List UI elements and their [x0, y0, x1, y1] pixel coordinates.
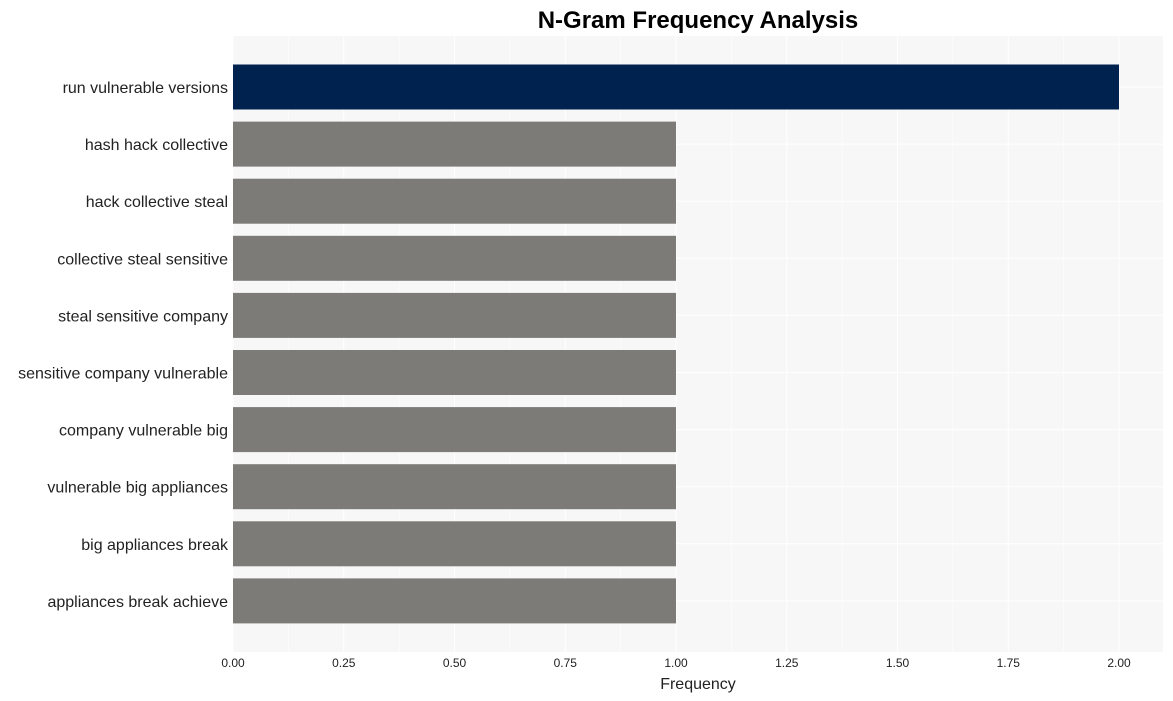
y-tick-label: big appliances break: [81, 537, 229, 554]
x-tick-label: 1.25: [775, 656, 799, 670]
y-tick-label: company vulnerable big: [59, 423, 228, 440]
y-tick-label: collective steal sensitive: [57, 251, 228, 268]
bar: [233, 292, 676, 338]
y-tick-label: steal sensitive company: [58, 308, 228, 325]
x-tick-label: 1.00: [664, 656, 688, 670]
y-tick-label: sensitive company vulnerable: [18, 366, 228, 383]
bar: [233, 178, 676, 224]
x-tick-labels: 0.00 0.25 0.50 0.75 1.00 1.25 1.50 1.75 2.00: [221, 656, 1131, 670]
y-tick-label: vulnerable big appliances: [47, 480, 228, 497]
bar: [233, 464, 676, 510]
bar: [233, 235, 676, 281]
ngram-bar-chart: N-Gram Frequency Analysis run vulnerable…: [18, 7, 1163, 693]
y-tick-label: appliances break achieve: [47, 594, 228, 611]
bar: [233, 578, 676, 624]
x-tick-label: 0.75: [554, 656, 578, 670]
y-tick-label: hash hack collective: [85, 137, 228, 154]
x-tick-label: 1.50: [886, 656, 910, 670]
x-axis-label: Frequency: [660, 676, 736, 693]
bar: [233, 121, 676, 167]
y-tick-label: hack collective steal: [86, 194, 228, 211]
x-tick-label: 1.75: [997, 656, 1021, 670]
y-tick-label: run vulnerable versions: [63, 80, 228, 97]
bar: [233, 407, 676, 453]
chart-title: N-Gram Frequency Analysis: [538, 7, 859, 34]
bar: [233, 521, 676, 567]
y-tick-labels: run vulnerable versions hash hack collect…: [18, 80, 229, 611]
bar: [233, 350, 676, 395]
x-tick-label: 0.50: [443, 656, 467, 670]
x-tick-label: 2.00: [1107, 656, 1131, 670]
bar: [233, 64, 1119, 110]
x-tick-label: 0.25: [332, 656, 356, 670]
x-tick-label: 0.00: [221, 656, 245, 670]
